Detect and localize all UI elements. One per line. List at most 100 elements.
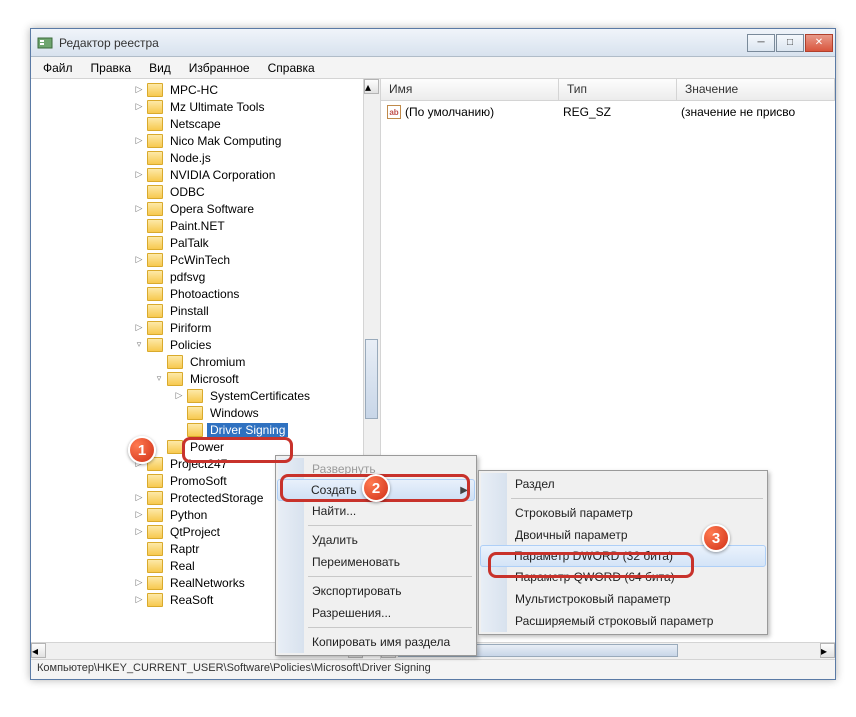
expand-toggle-icon[interactable]: ▷: [133, 492, 145, 504]
scroll-thumb[interactable]: [365, 339, 378, 419]
ctx-export[interactable]: Экспортировать: [278, 580, 474, 602]
expand-toggle-icon: [133, 220, 145, 232]
ctx-find[interactable]: Найти...: [278, 500, 474, 522]
folder-icon: [147, 151, 163, 165]
folder-icon: [147, 576, 163, 590]
tree-item[interactable]: ▷Nico Mak Computing: [31, 132, 380, 149]
col-value[interactable]: Значение: [677, 79, 835, 100]
expand-toggle-icon: [133, 288, 145, 300]
expand-toggle-icon[interactable]: ▿: [153, 373, 165, 385]
menu-view[interactable]: Вид: [141, 59, 179, 77]
tree-item[interactable]: PalTalk: [31, 234, 380, 251]
col-name[interactable]: Имя: [381, 79, 559, 100]
folder-icon: [147, 474, 163, 488]
expand-toggle-icon: [133, 543, 145, 555]
tree-item[interactable]: Photoactions: [31, 285, 380, 302]
ctx-new-expandstring[interactable]: Расширяемый строковый параметр: [481, 610, 765, 632]
folder-icon: [147, 304, 163, 318]
expand-toggle-icon[interactable]: ▷: [133, 254, 145, 266]
ctx-permissions[interactable]: Разрешения...: [278, 602, 474, 624]
tree-item[interactable]: Pinstall: [31, 302, 380, 319]
tree-item[interactable]: Netscape: [31, 115, 380, 132]
menu-help[interactable]: Справка: [260, 59, 323, 77]
folder-icon: [147, 508, 163, 522]
tree-item-label: RealNetworks: [167, 576, 248, 590]
tree-item[interactable]: ODBC: [31, 183, 380, 200]
ctx-copyname[interactable]: Копировать имя раздела: [278, 631, 474, 653]
scroll-left-button[interactable]: ◂: [31, 643, 46, 658]
scroll-right-button[interactable]: ▸: [820, 643, 835, 658]
tree-item[interactable]: ▷NVIDIA Corporation: [31, 166, 380, 183]
expand-toggle-icon[interactable]: ▷: [133, 577, 145, 589]
folder-icon: [147, 270, 163, 284]
col-type[interactable]: Тип: [559, 79, 677, 100]
badge-2: 2: [362, 474, 390, 502]
expand-toggle-icon[interactable]: ▷: [133, 84, 145, 96]
folder-icon: [147, 168, 163, 182]
menu-edit[interactable]: Правка: [83, 59, 140, 77]
scroll-up-button[interactable]: ▴: [364, 79, 379, 94]
expand-toggle-icon[interactable]: ▷: [173, 390, 185, 402]
folder-icon: [187, 406, 203, 420]
menu-file[interactable]: Файл: [35, 59, 81, 77]
folder-icon: [187, 423, 203, 437]
tree-item[interactable]: ▿Policies: [31, 336, 380, 353]
tree-item[interactable]: ▿Microsoft: [31, 370, 380, 387]
expand-toggle-icon: [153, 356, 165, 368]
tree-item-label: Piriform: [167, 321, 214, 335]
folder-icon: [147, 100, 163, 114]
tree-item[interactable]: Node.js: [31, 149, 380, 166]
tree-item-label: Windows: [207, 406, 262, 420]
menu-favorites[interactable]: Избранное: [181, 59, 258, 77]
badge-1: 1: [128, 436, 156, 464]
tree-item-label: ODBC: [167, 185, 208, 199]
folder-icon: [147, 117, 163, 131]
folder-icon: [147, 321, 163, 335]
tree-item[interactable]: Driver Signing: [31, 421, 380, 438]
expand-toggle-icon: [133, 475, 145, 487]
tree-item-label: Mz Ultimate Tools: [167, 100, 267, 114]
expand-toggle-icon[interactable]: ▷: [133, 594, 145, 606]
ctx-new-qword[interactable]: Параметр QWORD (64 бита): [481, 566, 765, 588]
expand-toggle-icon[interactable]: ▷: [133, 526, 145, 538]
tree-item[interactable]: ▷SystemCertificates: [31, 387, 380, 404]
ctx-new-key[interactable]: Раздел: [481, 473, 765, 495]
tree-item-label: Python: [167, 508, 210, 522]
tree-item[interactable]: Power: [31, 438, 380, 455]
expand-toggle-icon[interactable]: ▿: [133, 339, 145, 351]
tree-item-label: PalTalk: [167, 236, 212, 250]
tree-item[interactable]: Chromium: [31, 353, 380, 370]
tree-item-label: PromoSoft: [167, 474, 230, 488]
expand-toggle-icon[interactable]: ▷: [133, 169, 145, 181]
folder-icon: [147, 287, 163, 301]
minimize-button[interactable]: ─: [747, 34, 775, 52]
tree-item[interactable]: ▷PcWinTech: [31, 251, 380, 268]
value-name: (По умолчанию): [405, 105, 563, 119]
maximize-button[interactable]: □: [776, 34, 804, 52]
expand-toggle-icon[interactable]: ▷: [133, 509, 145, 521]
close-button[interactable]: ✕: [805, 34, 833, 52]
ctx-rename[interactable]: Переименовать: [278, 551, 474, 573]
value-row[interactable]: ab (По умолчанию) REG_SZ (значение не пр…: [381, 103, 835, 121]
tree-item[interactable]: ▷MPC-HC: [31, 81, 380, 98]
expand-toggle-icon[interactable]: ▷: [133, 101, 145, 113]
tree-item[interactable]: ▷ Piriform: [31, 319, 380, 336]
tree-item[interactable]: pdfsvg: [31, 268, 380, 285]
ctx-new-string[interactable]: Строковый параметр: [481, 502, 765, 524]
tree-item[interactable]: ▷ Mz Ultimate Tools: [31, 98, 380, 115]
expand-toggle-icon[interactable]: ▷: [133, 203, 145, 215]
folder-icon: [147, 593, 163, 607]
tree-item[interactable]: Windows: [31, 404, 380, 421]
expand-toggle-icon[interactable]: ▷: [133, 135, 145, 147]
tree-item-label: Real: [167, 559, 198, 573]
tree-item[interactable]: ▷Opera Software: [31, 200, 380, 217]
expand-toggle-icon[interactable]: ▷: [133, 322, 145, 334]
tree-item-label: Node.js: [167, 151, 214, 165]
folder-icon: [147, 491, 163, 505]
ctx-new-multistring[interactable]: Мультистроковый параметр: [481, 588, 765, 610]
title-bar[interactable]: Редактор реестра ─ □ ✕: [31, 29, 835, 57]
tree-item[interactable]: Paint.NET: [31, 217, 380, 234]
expand-toggle-icon: [173, 407, 185, 419]
column-headers[interactable]: Имя Тип Значение: [381, 79, 835, 101]
ctx-delete[interactable]: Удалить: [278, 529, 474, 551]
